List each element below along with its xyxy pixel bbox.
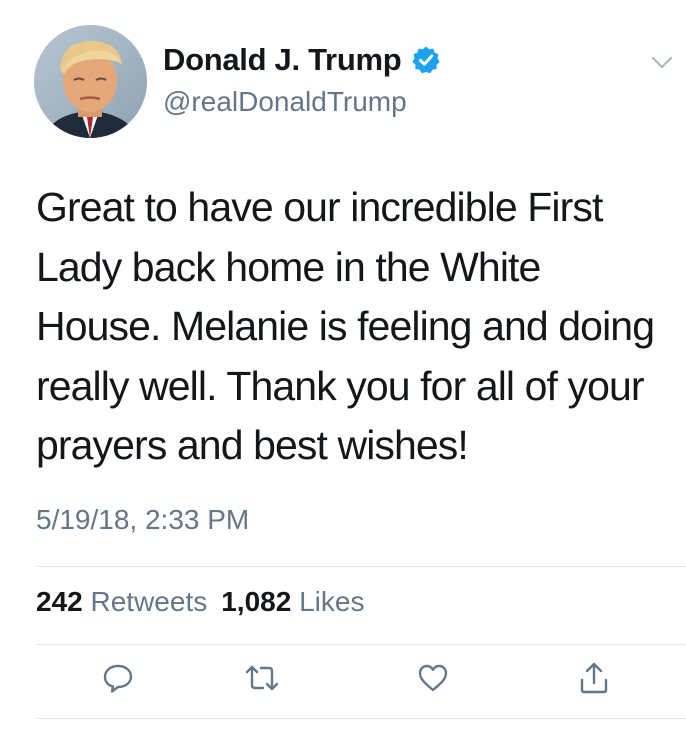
likes-count: 1,082 xyxy=(221,586,292,617)
retweet-icon xyxy=(243,661,281,695)
likes-label: Likes xyxy=(299,586,365,617)
retweets-label: Retweets xyxy=(90,586,208,617)
chevron-down-icon[interactable] xyxy=(650,55,674,71)
display-name-text[interactable]: Donald J. Trump xyxy=(163,42,402,78)
retweets-count: 242 xyxy=(36,586,83,617)
like-icon xyxy=(416,662,450,694)
tweet-text: Great to have our incredible First Lady … xyxy=(36,184,655,468)
tweet-stats: 242 Retweets 1,082 Likes xyxy=(36,586,364,618)
reply-icon xyxy=(101,661,135,695)
display-name[interactable]: Donald J. Trump xyxy=(163,42,441,78)
divider xyxy=(36,566,686,567)
divider xyxy=(36,718,686,719)
divider xyxy=(36,644,686,645)
retweets-stat[interactable]: 242 Retweets xyxy=(36,586,207,617)
share-icon xyxy=(577,660,611,696)
like-button[interactable] xyxy=(413,658,453,698)
user-handle[interactable]: @realDonaldTrump xyxy=(163,86,407,118)
share-button[interactable] xyxy=(574,658,614,698)
tweet-timestamp[interactable]: 5/19/18, 2:33 PM xyxy=(36,504,249,536)
tweet-card: Donald J. Trump @realDonaldTrump Great t… xyxy=(0,0,686,737)
avatar[interactable] xyxy=(34,25,147,138)
verified-badge-icon xyxy=(411,45,441,75)
reply-button[interactable] xyxy=(98,658,138,698)
likes-stat[interactable]: 1,082 Likes xyxy=(221,586,364,617)
retweet-button[interactable] xyxy=(242,658,282,698)
